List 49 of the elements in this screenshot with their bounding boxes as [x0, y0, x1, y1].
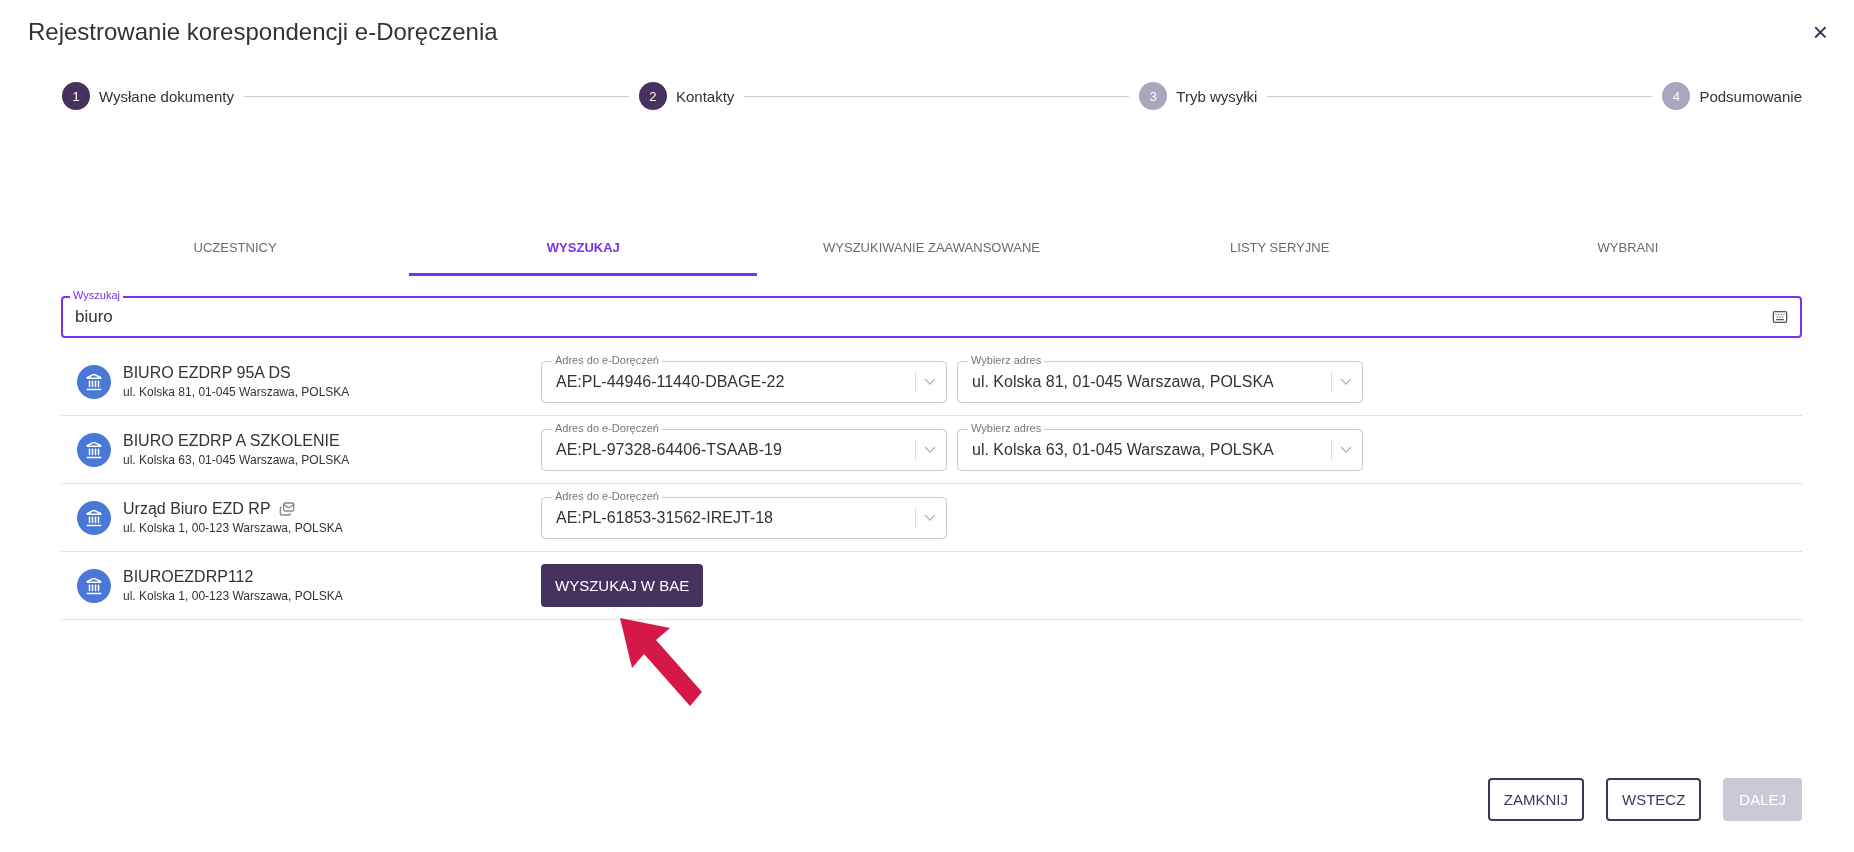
close-button[interactable]: × [1812, 19, 1828, 45]
tab[interactable]: WYBRANI [1453, 222, 1802, 276]
contact-name: BIURO EZDRP 95A DS [123, 364, 291, 382]
select-value: AE:PL-97328-64406-TSAAB-19 [556, 440, 783, 459]
step-label: Wysłane dokumenty [99, 87, 234, 105]
footer-button[interactable]: WSTECZ [1606, 778, 1702, 821]
step-number: 3 [1139, 82, 1168, 110]
step-label: Podsumowanie [1699, 87, 1802, 105]
contact-name: BIURO EZDRP A SZKOLENIE [123, 432, 340, 450]
contact-address: ul. Kolska 1, 00-123 Warszawa, POLSKA [123, 521, 343, 535]
step-label: Kontakty [675, 87, 735, 105]
select-value: AE:PL-44946-11440-DBAGE-22 [556, 372, 786, 391]
envelopes-icon [278, 501, 295, 517]
select-label: Wybierz adres [968, 421, 1045, 434]
contact-name: Urząd Biuro EZD RP [123, 500, 271, 518]
select-label: Adres do e-Doręczeń [552, 353, 662, 366]
select-value: ul. Kolska 63, 01-045 Warszawa, POLSKA [972, 440, 1275, 459]
building-avatar-icon [77, 568, 111, 603]
building-avatar-icon [77, 432, 111, 467]
select-value: ul. Kolska 81, 01-045 Warszawa, POLSKA [972, 372, 1275, 391]
select-label: Wybierz adres [968, 353, 1045, 366]
step-number: 4 [1662, 82, 1691, 110]
select-value: AE:PL-61853-31562-IREJT-18 [556, 508, 774, 527]
select-label: Adres do e-Doręczeń [552, 489, 662, 502]
search-bae-button[interactable]: WYSZUKAJ W BAE [541, 564, 704, 607]
chevron-down-icon [1340, 378, 1352, 385]
contact-address: ul. Kolska 81, 01-045 Warszawa, POLSKA [123, 385, 350, 399]
chevron-down-icon [924, 446, 936, 453]
chevron-down-icon [1340, 446, 1352, 453]
footer-button[interactable]: ZAMKNIJ [1487, 778, 1584, 821]
chevron-down-icon [924, 514, 936, 521]
field-label: Wyszukaj [70, 289, 123, 301]
tab[interactable]: LISTY SERYJNE [1105, 222, 1454, 276]
contact-address: ul. Kolska 1, 00-123 Warszawa, POLSKA [123, 589, 343, 603]
keyboard-icon[interactable] [1772, 309, 1788, 325]
building-avatar-icon [77, 364, 111, 399]
tab[interactable]: UCZESTNICY [61, 222, 410, 276]
tab[interactable]: WYSZUKIWANIE ZAAWANSOWANE [757, 222, 1106, 276]
chevron-down-icon [924, 378, 936, 385]
tab[interactable]: WYSZUKAJ [409, 222, 758, 276]
contact-name: BIUROEZDRP112 [123, 568, 254, 586]
dialog-title: Rejestrowanie korespondencji e-Doręczenia [28, 18, 498, 46]
select-label: Adres do e-Doręczeń [552, 421, 662, 434]
pointer-arrow-icon [618, 616, 704, 708]
step-number: 2 [638, 82, 667, 110]
contact-address: ul. Kolska 63, 01-045 Warszawa, POLSKA [123, 453, 350, 467]
step-label: Tryb wysyłki [1176, 87, 1258, 105]
building-avatar-icon [77, 500, 111, 535]
step-number: 1 [62, 82, 90, 110]
